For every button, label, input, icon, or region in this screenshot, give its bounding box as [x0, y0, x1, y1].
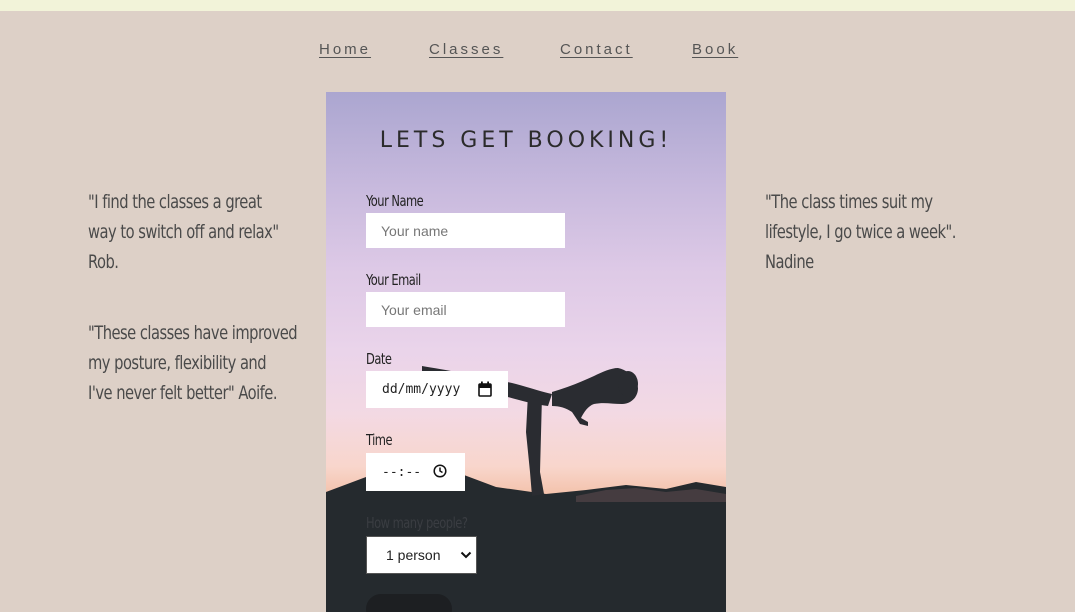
- time-label: Time: [366, 431, 393, 449]
- chevron-down-icon: [460, 551, 472, 559]
- testimonial-line: Rob.: [88, 251, 119, 273]
- top-strip: [0, 0, 1075, 11]
- name-label: Your Name: [366, 192, 424, 210]
- time-input[interactable]: --:--: [366, 453, 465, 491]
- testimonial-line: my posture, flexibility and: [88, 352, 267, 374]
- nav-contact[interactable]: Contact: [560, 41, 633, 58]
- testimonial-line: lifestyle, I go twice a week".: [765, 221, 956, 243]
- nav-classes[interactable]: Classes: [429, 41, 503, 58]
- email-input[interactable]: [366, 292, 565, 327]
- main-nav: Home Classes Contact Book: [0, 41, 1075, 65]
- people-select[interactable]: 1 person: [366, 536, 477, 574]
- people-label: How many people?: [366, 514, 468, 532]
- testimonial-line: I've never felt better" Aoife.: [88, 382, 278, 404]
- time-value: --:--: [382, 464, 422, 480]
- testimonial-line: Nadine: [765, 251, 814, 273]
- testimonial-rob: "I find the classes a great way to switc…: [88, 187, 279, 277]
- date-input[interactable]: dd/mm/yyyy: [366, 371, 508, 408]
- testimonial-line: "The class times suit my: [765, 191, 933, 213]
- date-value: dd/mm/yyyy: [382, 382, 461, 397]
- clock-icon[interactable]: [433, 464, 447, 478]
- email-label: Your Email: [366, 271, 421, 289]
- calendar-icon[interactable]: [478, 381, 492, 397]
- date-label: Date: [366, 350, 392, 368]
- testimonial-line: "I find the classes a great: [88, 191, 262, 213]
- nav-book[interactable]: Book: [692, 41, 738, 58]
- nav-home[interactable]: Home: [319, 41, 371, 58]
- testimonial-line: "These classes have improved: [88, 322, 298, 344]
- name-input[interactable]: [366, 213, 565, 248]
- testimonial-line: way to switch off and relax": [88, 221, 279, 243]
- booking-card: LETS GET BOOKING! Your Name Your Email D…: [326, 92, 726, 612]
- testimonial-nadine: "The class times suit my lifestyle, I go…: [765, 187, 956, 277]
- people-selected-value: 1 person: [386, 547, 441, 563]
- testimonial-aoife: "These classes have improved my posture,…: [88, 318, 298, 408]
- submit-button[interactable]: [366, 594, 452, 612]
- booking-title: LETS GET BOOKING!: [379, 128, 673, 153]
